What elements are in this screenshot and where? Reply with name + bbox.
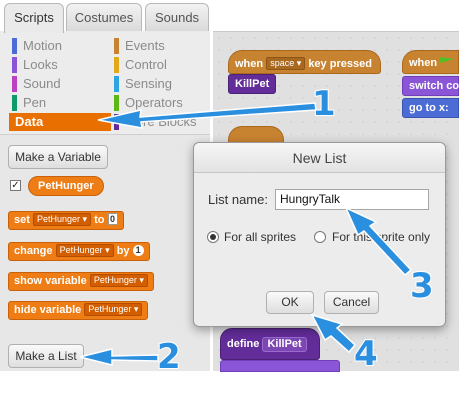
value-input[interactable]: 0 [107, 213, 118, 225]
variable-dropdown[interactable]: PetHunger [89, 274, 148, 287]
block-text: show variable [14, 275, 87, 287]
make-variable-label: Make a Variable [15, 150, 101, 164]
callout-2: 2 [156, 336, 182, 378]
variable-checkbox[interactable]: ✓ [10, 180, 21, 191]
category-label: Control [125, 57, 167, 72]
when-key-pressed-hat[interactable]: when space key pressed [228, 50, 381, 74]
category-operators[interactable]: Operators [111, 94, 183, 112]
partial-looks-block [220, 360, 340, 372]
scratch-editor: Scripts Costumes Sounds Motion Looks Sou… [0, 0, 459, 406]
variable-dropdown[interactable]: PetHunger [84, 303, 143, 316]
cancel-button[interactable]: Cancel [324, 291, 379, 314]
define-name-field[interactable]: KillPet [262, 337, 307, 352]
block-text: by [116, 245, 130, 257]
block-text: hide variable [14, 304, 82, 316]
category-label: More Blocks [125, 114, 197, 129]
tab-costumes[interactable]: Costumes [66, 3, 142, 32]
category-label: Data [15, 114, 44, 129]
show-variable-block[interactable]: show variable PetHunger [8, 272, 154, 291]
dialog-title: New List [194, 143, 445, 173]
radio-this-sprite[interactable] [314, 231, 326, 243]
category-label: Sensing [125, 76, 172, 91]
category-motion[interactable]: Motion [9, 37, 62, 55]
category-events[interactable]: Events [111, 37, 165, 55]
make-list-button[interactable]: Make a List [8, 344, 84, 368]
tab-scripts-label: Scripts [14, 10, 54, 25]
green-flag-icon [440, 57, 455, 63]
tab-sounds[interactable]: Sounds [145, 3, 209, 32]
make-list-label: Make a List [15, 349, 77, 363]
category-data[interactable]: Data [9, 113, 111, 131]
tab-scripts[interactable]: Scripts [4, 3, 64, 33]
block-text: change [14, 245, 53, 257]
list-name-input[interactable]: HungryTalk [275, 189, 429, 210]
category-label: Pen [23, 95, 47, 110]
variable-dropdown[interactable]: PetHunger [55, 244, 114, 257]
make-variable-button[interactable]: Make a Variable [8, 145, 108, 169]
category-label: Motion [23, 38, 63, 53]
tab-costumes-label: Costumes [74, 10, 134, 25]
define-block[interactable]: define KillPet [220, 328, 320, 360]
option-this-sprite-label: For this sprite only [332, 230, 431, 244]
category-control[interactable]: Control [111, 56, 167, 74]
callout-4: 4 [353, 333, 379, 375]
hide-variable-block[interactable]: hide variable PetHunger [8, 301, 149, 320]
category-looks[interactable]: Looks [9, 56, 58, 74]
block-text: KillPet [235, 78, 270, 90]
list-name-value: HungryTalk [280, 192, 341, 206]
radio-all-sprites[interactable] [207, 231, 219, 243]
category-sound[interactable]: Sound [9, 75, 61, 93]
block-text: when [235, 58, 264, 70]
callout-1: 1 [311, 83, 337, 125]
category-list: Motion Looks Sound Pen Data Events Contr… [0, 31, 210, 135]
go-to-xy-block[interactable]: go to x: [402, 98, 459, 118]
category-sensing[interactable]: Sensing [111, 75, 172, 93]
category-more-blocks[interactable]: More Blocks [111, 113, 197, 131]
value-input[interactable]: 1 [132, 245, 144, 256]
switch-costume-block[interactable]: switch co [402, 76, 459, 96]
callout-3: 3 [409, 265, 435, 307]
block-text: key pressed [308, 58, 372, 70]
set-variable-block[interactable]: set PetHunger to 0 [8, 211, 124, 230]
list-name-label: List name: [208, 192, 268, 207]
cancel-label: Cancel [332, 295, 371, 309]
category-label: Looks [23, 57, 58, 72]
category-label: Sound [23, 76, 61, 91]
block-text: define [227, 338, 260, 350]
change-variable-block[interactable]: change PetHunger by 1 [8, 242, 150, 261]
key-dropdown[interactable]: space [266, 57, 306, 70]
variable-reporter-label: PetHunger [38, 180, 94, 192]
block-text: switch co [409, 80, 459, 92]
ok-button[interactable]: OK [266, 291, 314, 314]
ok-label: OK [281, 295, 299, 309]
block-text: set [14, 214, 30, 226]
category-label: Operators [125, 95, 183, 110]
category-pen[interactable]: Pen [9, 94, 46, 112]
when-flag-clicked-hat[interactable]: when [402, 50, 459, 74]
tab-sounds-label: Sounds [154, 10, 200, 25]
killpet-call-block[interactable]: KillPet [228, 74, 277, 94]
block-text: when [409, 57, 438, 69]
block-text: to [94, 214, 105, 226]
block-text: go to x: [409, 102, 449, 114]
option-all-sprites-label: For all sprites [224, 230, 297, 244]
variable-reporter[interactable]: PetHunger [28, 176, 104, 196]
new-list-dialog: New List List name: HungryTalk For all s… [193, 142, 446, 327]
variable-dropdown[interactable]: PetHunger [32, 213, 92, 226]
category-label: Events [125, 38, 165, 53]
